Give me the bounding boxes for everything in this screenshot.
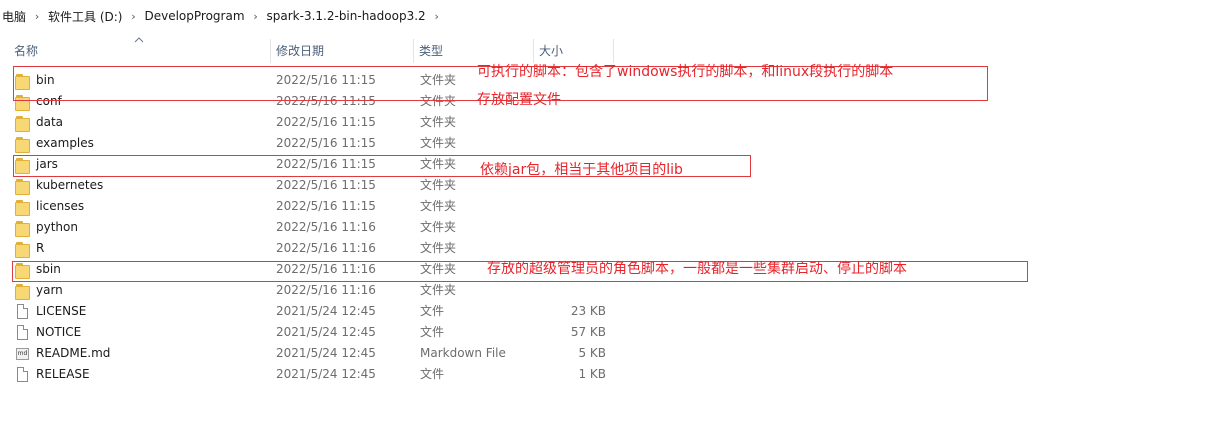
file-date: 2021/5/24 12:45 <box>276 367 376 381</box>
file-size <box>530 280 606 301</box>
folder-icon <box>15 240 33 258</box>
chevron-right-icon[interactable]: › <box>247 10 265 23</box>
file-type: 文件 <box>420 367 445 381</box>
file-name: README.md <box>36 346 111 360</box>
file-row[interactable]: NOTICE 2021/5/24 12:45 文件 57 KB <box>0 322 1213 343</box>
column-header-row: 名称 修改日期 类型 大小 <box>0 39 1213 63</box>
file-explorer-window: 电脑 › 软件工具 (D:) › DevelopProgram › spark-… <box>0 0 1213 430</box>
annotation-conf: 存放配置文件 <box>477 92 561 108</box>
breadcrumb-item-developprogram[interactable]: DevelopProgram <box>142 9 246 23</box>
file-name: python <box>36 220 78 234</box>
file-name: licenses <box>36 199 85 213</box>
file-size <box>530 217 606 238</box>
file-row[interactable]: LICENSE 2021/5/24 12:45 文件 23 KB <box>0 301 1213 322</box>
file-type: Markdown File <box>420 346 506 360</box>
file-icon <box>15 324 33 341</box>
file-size <box>530 238 606 259</box>
column-header-name[interactable]: 名称 <box>8 39 270 63</box>
column-header-size[interactable]: 大小 <box>533 39 613 63</box>
file-size <box>530 112 606 133</box>
column-header-type[interactable]: 类型 <box>413 39 533 63</box>
markdown-file-icon: md <box>15 345 33 362</box>
chevron-right-icon[interactable]: › <box>28 10 46 23</box>
file-date: 2022/5/16 11:15 <box>276 199 376 213</box>
file-date: 2022/5/16 11:15 <box>276 178 376 192</box>
file-size: 57 KB <box>570 325 606 339</box>
file-size: 5 KB <box>578 346 606 360</box>
breadcrumb-item-drive-d[interactable]: 软件工具 (D:) <box>46 8 124 25</box>
folder-icon <box>15 177 33 195</box>
file-size <box>530 133 606 154</box>
file-name: data <box>36 115 64 129</box>
file-type: 文件夹 <box>420 178 457 192</box>
file-row[interactable]: python 2022/5/16 11:16 文件夹 <box>0 217 1213 238</box>
annotation-jars: 依赖jar包，相当于其他项目的lib <box>480 162 683 178</box>
file-type: 文件 <box>420 325 445 339</box>
file-name: R <box>36 241 45 255</box>
file-date: 2021/5/24 12:45 <box>276 346 376 360</box>
file-size: 1 KB <box>578 367 606 381</box>
file-name: yarn <box>36 283 63 297</box>
column-header-date[interactable]: 修改日期 <box>270 39 413 63</box>
file-list: bin 2022/5/16 11:15 文件夹 conf 2022/5/16 11:15… <box>0 70 1213 385</box>
file-date: 2021/5/24 12:45 <box>276 304 376 318</box>
file-date: 2022/5/16 11:16 <box>276 220 376 234</box>
file-type: 文件夹 <box>420 241 457 255</box>
file-date: 2022/5/16 11:16 <box>276 241 376 255</box>
file-type: 文件夹 <box>420 136 457 150</box>
folder-icon <box>15 219 33 237</box>
breadcrumb-item-spark[interactable]: spark-3.1.2-bin-hadoop3.2 <box>265 9 428 23</box>
file-name: kubernetes <box>36 178 104 192</box>
file-size <box>530 196 606 217</box>
file-name: LICENSE <box>36 304 87 318</box>
file-name: NOTICE <box>36 325 82 339</box>
file-size: 23 KB <box>570 304 606 318</box>
chevron-right-icon[interactable]: › <box>428 10 446 23</box>
file-row[interactable]: licenses 2022/5/16 11:15 文件夹 <box>0 196 1213 217</box>
file-icon <box>15 303 33 320</box>
file-row[interactable]: RELEASE 2021/5/24 12:45 文件 1 KB <box>0 364 1213 385</box>
file-name: RELEASE <box>36 367 90 381</box>
column-divider[interactable] <box>613 39 614 63</box>
annotation-bin: 可执行的脚本：包含了windows执行的脚本，和linux段执行的脚本 <box>477 64 894 80</box>
file-type: 文件夹 <box>420 283 457 297</box>
folder-icon <box>15 282 33 300</box>
file-date: 2022/5/16 11:15 <box>276 115 376 129</box>
folder-icon <box>15 135 33 153</box>
file-type: 文件夹 <box>420 199 457 213</box>
breadcrumb: 电脑 › 软件工具 (D:) › DevelopProgram › spark-… <box>0 0 1213 32</box>
file-row[interactable]: R 2022/5/16 11:16 文件夹 <box>0 238 1213 259</box>
chevron-right-icon[interactable]: › <box>124 10 142 23</box>
file-row[interactable]: md README.md 2021/5/24 12:45 Markdown File 5… <box>0 343 1213 364</box>
file-row[interactable]: examples 2022/5/16 11:15 文件夹 <box>0 133 1213 154</box>
file-date: 2022/5/16 11:15 <box>276 136 376 150</box>
file-name: examples <box>36 136 94 150</box>
folder-icon <box>15 114 33 132</box>
file-row[interactable]: yarn 2022/5/16 11:16 文件夹 <box>0 280 1213 301</box>
file-date: 2022/5/16 11:16 <box>276 283 376 297</box>
breadcrumb-item-computer[interactable]: 电脑 <box>0 8 28 25</box>
file-row[interactable]: data 2022/5/16 11:15 文件夹 <box>0 112 1213 133</box>
file-date: 2021/5/24 12:45 <box>276 325 376 339</box>
file-type: 文件夹 <box>420 115 457 129</box>
file-type: 文件 <box>420 304 445 318</box>
file-icon <box>15 366 33 383</box>
file-type: 文件夹 <box>420 220 457 234</box>
folder-icon <box>15 198 33 216</box>
annotation-sbin: 存放的超级管理员的角色脚本，一般都是一些集群启动、停止的脚本 <box>487 261 907 277</box>
